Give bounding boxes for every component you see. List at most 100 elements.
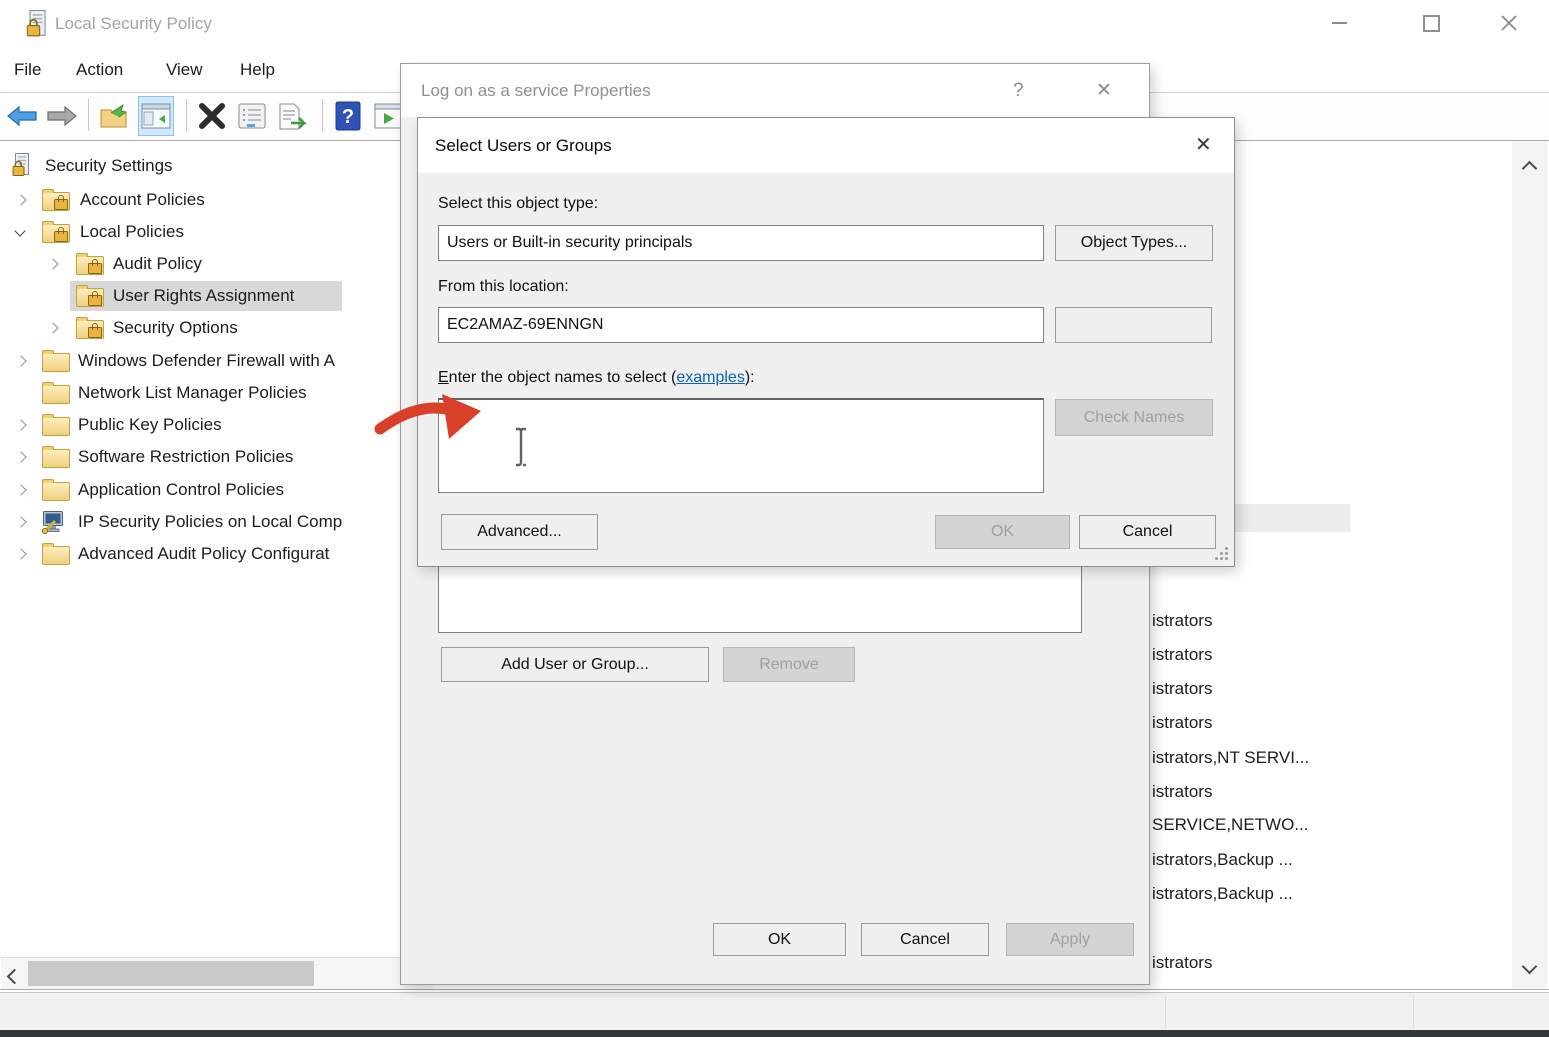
chevron-right-icon[interactable]: [15, 355, 26, 366]
scroll-down-icon[interactable]: [1524, 959, 1535, 977]
dialog-close-button[interactable]: ✕: [1096, 64, 1112, 117]
tree-item-security-options[interactable]: Security Options: [0, 313, 433, 343]
tree-item-label: Windows Defender Firewall with A: [78, 346, 335, 376]
lock-icon: [54, 231, 68, 242]
resize-grip[interactable]: [1213, 545, 1230, 567]
folder-icon: [42, 546, 70, 565]
chevron-right-icon[interactable]: [47, 258, 58, 269]
menu-file[interactable]: File: [14, 48, 41, 91]
delete-button[interactable]: [194, 96, 230, 136]
examples-link[interactable]: examples: [676, 369, 744, 386]
object-names-label-text: nter the object names to select (: [449, 369, 677, 386]
chevron-right-icon[interactable]: [15, 194, 26, 205]
policy-row[interactable]: istrators: [1152, 949, 1212, 977]
tree-item-audit-policy[interactable]: Audit Policy: [0, 249, 433, 279]
menu-view[interactable]: View: [166, 48, 203, 91]
lock-icon: [88, 263, 102, 274]
show-console-tree-button[interactable]: [138, 96, 174, 136]
tree-item-label: User Rights Assignment: [113, 281, 294, 311]
tree-item-security-settings[interactable]: Security Settings: [0, 151, 433, 181]
properties-button[interactable]: [234, 96, 270, 136]
window-title: Local Security Policy: [55, 0, 212, 48]
tree-item-local-policies[interactable]: Local Policies: [0, 217, 433, 247]
statusbar-divider: [1165, 995, 1166, 1029]
chevron-right-icon[interactable]: [15, 419, 26, 430]
back-button[interactable]: [4, 96, 40, 136]
policy-row[interactable]: istrators: [1152, 607, 1212, 635]
chevron-right-icon[interactable]: [47, 322, 58, 333]
tree-item-label: Security Settings: [45, 151, 173, 181]
dialog-title-bar: Log on as a service Properties ? ✕: [401, 64, 1149, 117]
policy-row[interactable]: istrators: [1152, 675, 1212, 703]
dialog-title: Log on as a service Properties: [421, 64, 651, 117]
location-field[interactable]: [438, 307, 1044, 343]
object-type-field[interactable]: [438, 225, 1044, 261]
app-icon: [26, 10, 48, 44]
dialog-title: Select Users or Groups: [435, 118, 612, 173]
properties-icon: [238, 103, 266, 129]
status-bar: [0, 992, 1549, 1031]
cancel-button[interactable]: Cancel: [1079, 515, 1216, 549]
tree-item-label: Audit Policy: [113, 249, 202, 279]
dialog-help-button[interactable]: ?: [1013, 64, 1024, 117]
tree-item-advanced-audit-policy[interactable]: Advanced Audit Policy Configurat: [0, 539, 433, 569]
add-user-or-group-button[interactable]: Add User or Group...: [441, 647, 709, 682]
policy-row[interactable]: istrators: [1152, 641, 1212, 669]
chevron-down-icon[interactable]: [14, 225, 25, 236]
tree-item-label: Network List Manager Policies: [78, 378, 307, 408]
tree-item-software-restriction[interactable]: Software Restriction Policies: [0, 442, 433, 472]
folder-icon: [42, 417, 70, 436]
chevron-right-icon[interactable]: [15, 548, 26, 559]
delete-icon: [198, 102, 226, 130]
close-button[interactable]: [1486, 0, 1532, 46]
policy-row[interactable]: istrators,Backup ...: [1152, 880, 1293, 908]
check-names-button: Check Names: [1055, 399, 1213, 436]
menu-action[interactable]: Action: [76, 48, 123, 91]
export-button[interactable]: [96, 96, 132, 136]
object-names-label: Enter the object names to select (exampl…: [438, 369, 755, 387]
scroll-up-icon[interactable]: [1524, 161, 1535, 179]
chevron-right-icon[interactable]: [15, 516, 26, 527]
list-vertical-scrollbar[interactable]: [1512, 141, 1547, 988]
tree-item-windows-defender-firewall[interactable]: Windows Defender Firewall with A: [0, 346, 433, 376]
help-button[interactable]: ?: [330, 96, 366, 136]
policy-row[interactable]: SERVICE,NETWO...: [1152, 811, 1309, 839]
policy-row[interactable]: istrators: [1152, 709, 1212, 737]
toolbar-separator: [88, 99, 89, 131]
policy-row[interactable]: istrators: [1152, 778, 1212, 806]
maximize-button[interactable]: [1408, 0, 1454, 46]
tree-item-public-key-policies[interactable]: Public Key Policies: [0, 410, 433, 440]
policy-row[interactable]: istrators,Backup ...: [1152, 846, 1293, 874]
chevron-right-icon[interactable]: [15, 451, 26, 462]
red-annotation-arrow: [374, 392, 486, 455]
scroll-thumb[interactable]: [28, 961, 314, 986]
tree-item-label: Application Control Policies: [78, 475, 284, 505]
menu-help[interactable]: Help: [240, 48, 275, 91]
object-types-button[interactable]: Object Types...: [1055, 225, 1213, 261]
apply-button: Apply: [1006, 923, 1134, 956]
folder-icon: [42, 482, 70, 501]
forward-button[interactable]: [44, 96, 80, 136]
tree-item-label: IP Security Policies on Local Comp: [78, 507, 342, 537]
lock-icon: [54, 199, 68, 210]
scroll-left-icon[interactable]: [9, 969, 20, 987]
from-location-label: From this location:: [438, 278, 569, 296]
advanced-button[interactable]: Advanced...: [441, 514, 598, 550]
export-list-button[interactable]: [274, 96, 310, 136]
tree-item-account-policies[interactable]: Account Policies: [0, 185, 433, 215]
export-icon: [99, 103, 129, 129]
tree-horizontal-scrollbar[interactable]: [1, 957, 433, 989]
ok-button[interactable]: OK: [713, 923, 846, 956]
tree-item-label: Security Options: [113, 313, 238, 343]
tree-item-ip-security-policies[interactable]: IP Security Policies on Local Comp: [0, 507, 433, 537]
cancel-button[interactable]: Cancel: [861, 923, 989, 956]
policy-row[interactable]: istrators,NT SERVI...: [1152, 744, 1309, 772]
minimize-button[interactable]: [1316, 0, 1362, 46]
chevron-right-icon[interactable]: [15, 484, 26, 495]
tree-item-application-control[interactable]: Application Control Policies: [0, 475, 433, 505]
dialog-close-button[interactable]: ✕: [1195, 118, 1212, 173]
tree-item-user-rights-assignment[interactable]: User Rights Assignment: [0, 281, 433, 311]
tree-item-label: Local Policies: [80, 217, 184, 247]
tree-item-network-list-manager[interactable]: Network List Manager Policies: [0, 378, 433, 408]
locations-button[interactable]: [1055, 307, 1212, 343]
